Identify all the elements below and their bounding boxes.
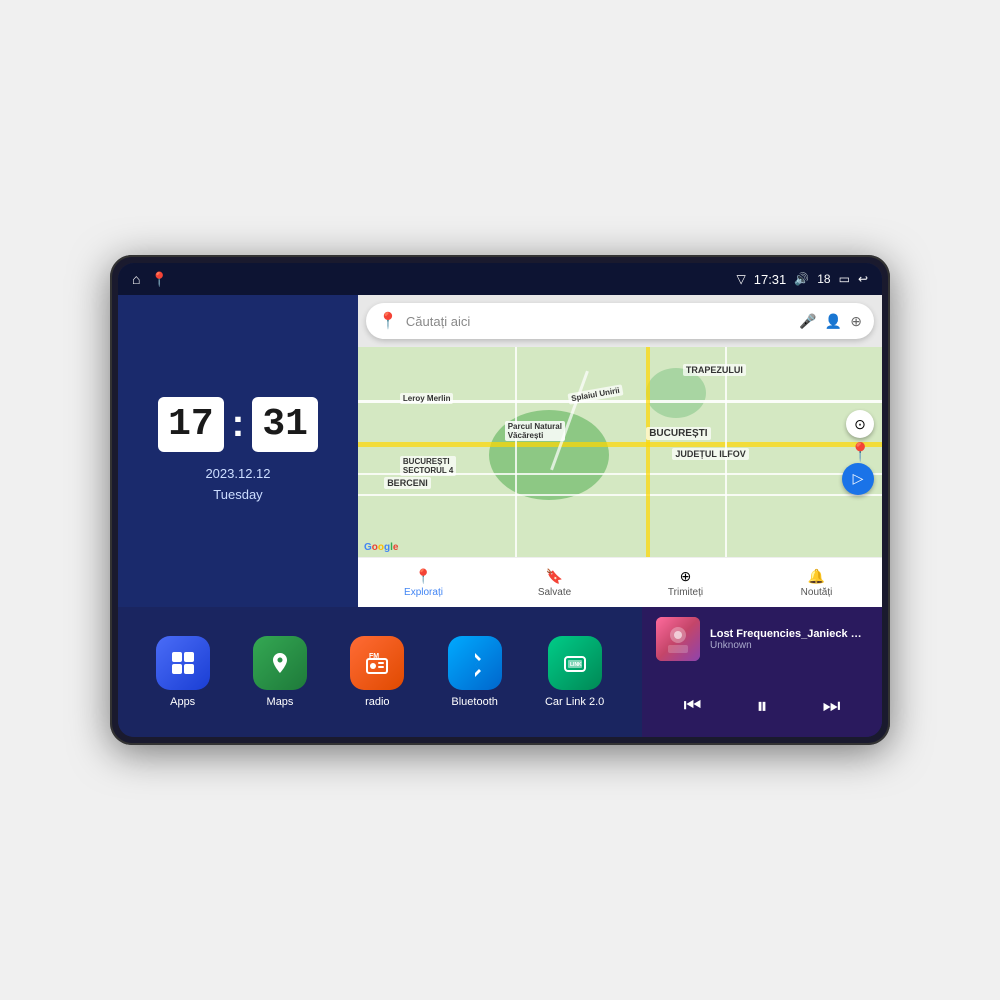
- clock-date-value: 2023.12.12: [205, 464, 270, 485]
- music-player: Lost Frequencies_Janieck Devy-... Unknow…: [642, 607, 882, 737]
- status-bar: ⌂ 📍 ▽ 17:31 🔊 18 ▭ ↩: [118, 263, 882, 295]
- status-left-icons: ⌂ 📍: [132, 271, 168, 288]
- map-label-parc: Parcul NaturalVăcărești: [505, 421, 565, 441]
- clock-display: 17 : 31: [158, 397, 318, 452]
- google-logo: Google: [364, 542, 398, 553]
- map-search-actions: 🎤 👤 ⊕: [799, 313, 862, 330]
- app-item-carlink[interactable]: LINK Car Link 2.0: [545, 636, 604, 708]
- app-label-radio: radio: [365, 696, 389, 708]
- map-label-trapezului: TRAPEZULUI: [683, 364, 746, 376]
- car-display-device: ⌂ 📍 ▽ 17:31 🔊 18 ▭ ↩ 17 :: [110, 255, 890, 745]
- music-prev-button[interactable]: ⏮: [673, 691, 711, 722]
- map-location-pin: 📍: [849, 442, 871, 463]
- bottom-section: Apps Maps: [118, 607, 882, 737]
- map-panel[interactable]: 📍 Căutați aici 🎤 👤 ⊕: [358, 295, 882, 607]
- map-nav-noutati[interactable]: 🔔 Noutăți: [751, 568, 882, 598]
- map-bottom-bar: 📍 Explorați 🔖 Salvate ⊕ Trimiteți 🔔: [358, 557, 882, 607]
- apps-area: Apps Maps: [118, 607, 642, 737]
- app-label-maps: Maps: [267, 696, 294, 708]
- back-icon[interactable]: ↩: [858, 272, 868, 286]
- app-label-carlink: Car Link 2.0: [545, 696, 604, 708]
- battery-icon: ▭: [839, 272, 850, 286]
- status-time: 17:31: [754, 272, 787, 287]
- map-nav-salvate-label: Salvate: [538, 587, 571, 598]
- app-item-bluetooth[interactable]: Bluetooth: [448, 636, 502, 708]
- map-compass-btn[interactable]: ⊙: [846, 410, 874, 438]
- device-screen: ⌂ 📍 ▽ 17:31 🔊 18 ▭ ↩ 17 :: [118, 263, 882, 737]
- clock-day-value: Tuesday: [205, 485, 270, 506]
- map-nav-noutati-label: Noutăți: [801, 587, 833, 598]
- music-controls: ⏮ ⏸ ⏭: [656, 685, 868, 727]
- volume-icon: 🔊: [794, 272, 809, 286]
- app-icon-carlink: LINK: [548, 636, 602, 690]
- nav-icon: ▽: [737, 272, 746, 286]
- map-search-bar[interactable]: 📍 Căutați aici 🎤 👤 ⊕: [366, 303, 874, 339]
- music-artist: Unknown: [710, 640, 868, 651]
- app-label-bluetooth: Bluetooth: [451, 696, 497, 708]
- map-nav-trimiteti[interactable]: ⊕ Trimiteți: [620, 568, 751, 598]
- map-layers-icon[interactable]: ⊕: [850, 313, 862, 330]
- app-icon-apps: [156, 636, 210, 690]
- app-icon-maps: [253, 636, 307, 690]
- music-title: Lost Frequencies_Janieck Devy-...: [710, 628, 868, 640]
- app-label-apps: Apps: [170, 696, 195, 708]
- map-search-pin-icon: 📍: [378, 311, 398, 331]
- map-label-leroy: Leroy Merlin: [400, 393, 454, 404]
- music-text: Lost Frequencies_Janieck Devy-... Unknow…: [710, 628, 868, 651]
- music-next-button[interactable]: ⏭: [812, 691, 850, 722]
- map-label-bucuresti: BUCUREȘTI: [646, 427, 710, 440]
- svg-text:FM: FM: [369, 653, 379, 660]
- app-icon-bluetooth: [448, 636, 502, 690]
- map-label-berceni: BERCENI: [384, 477, 431, 489]
- app-item-maps[interactable]: Maps: [253, 636, 307, 708]
- app-item-apps[interactable]: Apps: [156, 636, 210, 708]
- map-nav-explorati-icon: 📍: [415, 568, 432, 585]
- map-label-ilfov: JUDEȚUL ILFOV: [672, 448, 748, 460]
- map-nav-explorati-label: Explorați: [404, 587, 443, 598]
- map-mic-icon[interactable]: 🎤: [799, 313, 816, 330]
- clock-hour: 17: [158, 397, 224, 452]
- map-pin-icon[interactable]: 📍: [150, 271, 167, 288]
- map-search-input[interactable]: Căutați aici: [406, 314, 791, 329]
- map-nav-salvate[interactable]: 🔖 Salvate: [489, 568, 620, 598]
- svg-text:LINK: LINK: [570, 662, 582, 668]
- top-section: 17 : 31 2023.12.12 Tuesday 📍 Căutați aic…: [118, 295, 882, 607]
- app-icon-radio: FM: [350, 636, 404, 690]
- map-nav-noutati-icon: 🔔: [808, 568, 825, 585]
- clock-panel: 17 : 31 2023.12.12 Tuesday: [118, 295, 358, 607]
- music-play-pause-button[interactable]: ⏸: [746, 689, 777, 723]
- map-label-sector4: BUCUREȘTISECTORUL 4: [400, 456, 456, 476]
- map-nav-trimiteti-icon: ⊕: [680, 568, 692, 585]
- music-info: Lost Frequencies_Janieck Devy-... Unknow…: [656, 617, 868, 661]
- map-nav-trimiteti-label: Trimiteți: [668, 587, 703, 598]
- home-icon[interactable]: ⌂: [132, 271, 140, 287]
- volume-level: 18: [817, 272, 830, 286]
- map-account-icon[interactable]: 👤: [825, 313, 842, 330]
- map-nav-btn[interactable]: ▷: [842, 463, 874, 495]
- clock-colon: :: [232, 403, 245, 446]
- map-nav-salvate-icon: 🔖: [546, 568, 563, 585]
- main-content: 17 : 31 2023.12.12 Tuesday 📍 Căutați aic…: [118, 295, 882, 737]
- clock-minute: 31: [252, 397, 318, 452]
- map-background[interactable]: BUCUREȘTI JUDEȚUL ILFOV BERCENI TRAPEZUL…: [358, 347, 882, 557]
- app-item-radio[interactable]: FM radio: [350, 636, 404, 708]
- map-nav-explorati[interactable]: 📍 Explorați: [358, 568, 489, 598]
- status-right-info: ▽ 17:31 🔊 18 ▭ ↩: [737, 272, 869, 287]
- clock-date: 2023.12.12 Tuesday: [205, 464, 270, 506]
- music-thumbnail: [656, 617, 700, 661]
